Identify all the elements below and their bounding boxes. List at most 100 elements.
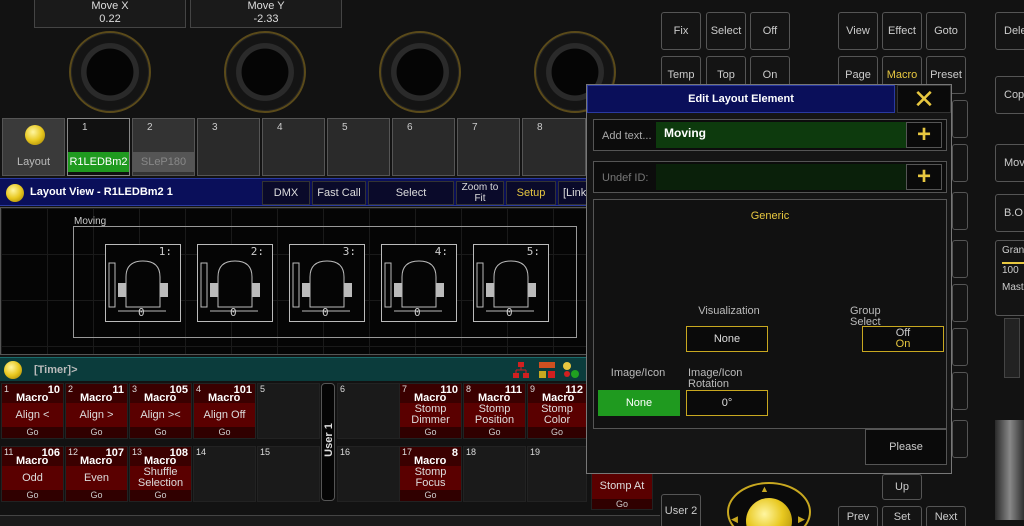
partial-key[interactable] [952, 284, 968, 322]
prev-key[interactable]: Prev [838, 506, 878, 526]
tab-setup[interactable]: Setup [506, 181, 556, 205]
fixture-4[interactable]: 4: 0 [381, 244, 457, 322]
executor-1[interactable]: 1 10 Macro Align < Go [1, 383, 64, 439]
exec-name: Odd [22, 471, 43, 484]
executor-7[interactable]: 7 110 Macro Stomp Dimmer Go [399, 383, 462, 439]
id-field[interactable] [656, 164, 908, 190]
view-button-8[interactable]: 8 [522, 118, 586, 176]
text-plus-button[interactable]: + [906, 122, 942, 148]
executor-12[interactable]: 12 107 Macro Even Go [65, 446, 128, 502]
view-button-3[interactable]: 3 [197, 118, 260, 176]
exec-go: Go [592, 499, 652, 509]
move-key[interactable]: Mov [995, 144, 1024, 182]
executor-13[interactable]: 13 108 Macro Shuffle Selection Go [129, 446, 192, 502]
partial-key[interactable] [952, 192, 968, 230]
view-button-4[interactable]: 4 [262, 118, 325, 176]
set-key[interactable]: Set [882, 506, 922, 526]
view-button-7[interactable]: 7 [457, 118, 520, 176]
visualization-select[interactable]: None [686, 326, 768, 352]
layout-canvas[interactable]: Moving 1: 0 2: 0 3: 0 4: 0 5: 0 [0, 207, 600, 355]
exec-kind: Macro [208, 392, 241, 404]
encoder-move-x-label: Move X 0.22 [34, 0, 186, 28]
tab-dmx[interactable]: DMX [262, 181, 310, 205]
bottom-strip [0, 515, 660, 526]
group-select-toggle[interactable]: Off On [862, 326, 944, 352]
executor-8[interactable]: 8 111 Macro Stomp Position Go [463, 383, 526, 439]
view-button-1[interactable]: 1 R1LEDBm2 [67, 118, 130, 176]
view-key[interactable]: View [838, 12, 878, 50]
partial-key[interactable] [952, 240, 968, 278]
fixture-3[interactable]: 3: 0 [289, 244, 365, 322]
executor-19[interactable]: 19 [527, 446, 587, 502]
view-button-num: 8 [537, 122, 543, 133]
effect-key[interactable]: Effect [882, 12, 922, 50]
tab-zoom-to-fit[interactable]: Zoom to Fit [456, 181, 504, 205]
partial-key[interactable] [952, 144, 968, 182]
fix-key[interactable]: Fix [661, 12, 701, 50]
network-icon[interactable] [512, 361, 530, 379]
partial-key[interactable] [952, 328, 968, 366]
view-button-num: 1 [82, 122, 88, 133]
rotation-select[interactable]: 0° [686, 390, 768, 416]
off-key[interactable]: Off [750, 12, 790, 50]
tab-fast-call[interactable]: Fast Call [312, 181, 366, 205]
executor-3[interactable]: 3 105 Macro Align >< Go [129, 383, 192, 439]
executor-2[interactable]: 2 11 Macro Align > Go [65, 383, 128, 439]
executor-17[interactable]: 17 8 Macro Stomp Focus Go [399, 446, 462, 502]
arrow-up-icon: ▲ [760, 484, 769, 494]
executor-6[interactable]: 6 [337, 383, 400, 439]
exec-name: Shuffle Selection [137, 466, 184, 489]
fixture-1[interactable]: 1: 0 [105, 244, 181, 322]
executor-9[interactable]: 9 112 Macro Stomp Color Go [527, 383, 587, 439]
grand-master[interactable]: Gran 100 Mast [995, 240, 1024, 316]
partial-key[interactable] [952, 100, 968, 138]
status-icon[interactable] [562, 361, 580, 379]
up-key[interactable]: Up [882, 474, 922, 500]
fixture-2[interactable]: 2: 0 [197, 244, 273, 322]
view-button-6[interactable]: 6 [392, 118, 455, 176]
user-1-divider[interactable]: User 1 [321, 383, 335, 501]
tab-select[interactable]: Select [368, 181, 454, 205]
goto-key[interactable]: Goto [926, 12, 966, 50]
next-key[interactable]: Next [926, 506, 966, 526]
user-2-key[interactable]: User 2 [661, 494, 701, 526]
partial-key[interactable] [952, 420, 968, 458]
select-key[interactable]: Select [706, 12, 746, 50]
encoder-knob-3[interactable] [379, 31, 461, 113]
master-fader-knob[interactable] [995, 420, 1024, 520]
fixture-5[interactable]: 5: 0 [473, 244, 549, 322]
executor-18[interactable]: 18 [463, 446, 526, 502]
image-icon-label: Image/Icon [610, 367, 666, 379]
copy-key[interactable]: Cop [995, 76, 1024, 114]
view-button-5[interactable]: 5 [327, 118, 390, 176]
close-button[interactable]: ✕ [897, 84, 951, 114]
id-plus-button[interactable]: + [906, 164, 942, 190]
executor-15[interactable]: 15 [257, 446, 320, 502]
session-icon[interactable] [538, 361, 556, 379]
image-icon-select[interactable]: None [598, 390, 680, 416]
command-line[interactable]: [Timer]> [0, 357, 600, 381]
exec-num: 5 [260, 384, 266, 394]
view-button-layout[interactable]: Layout [2, 118, 65, 176]
exec-kind: Macro [80, 392, 113, 404]
executor-11[interactable]: 11 106 Macro Odd Go [1, 446, 64, 502]
executor-4[interactable]: 4 101 Macro Align Off Go [193, 383, 256, 439]
view-button-2[interactable]: 2 SLeP180 [132, 118, 195, 176]
encoder-knob-2[interactable] [224, 31, 306, 113]
text-field[interactable]: Moving [656, 122, 908, 148]
please-button[interactable]: Please [865, 429, 947, 465]
exec-sub: 11 [112, 384, 124, 396]
encoder-knob-1[interactable] [69, 31, 151, 113]
fixture-value: 0 [322, 306, 329, 319]
executor-stomp-at[interactable]: Stomp At Go [591, 472, 653, 510]
executor-5[interactable]: 5 [257, 383, 320, 439]
executor-14[interactable]: 14 [193, 446, 256, 502]
delete-key[interactable]: Dele [995, 12, 1024, 50]
master-fader[interactable] [1004, 318, 1020, 378]
view-button-num: 5 [342, 122, 348, 133]
partial-key[interactable] [952, 372, 968, 410]
blackout-key[interactable]: B.O [995, 194, 1024, 232]
executor-16[interactable]: 16 [337, 446, 400, 502]
layout-view-bar: Layout View - R1LEDBm2 1 DMX Fast Call S… [0, 178, 600, 206]
exec-go: Go [130, 490, 191, 501]
